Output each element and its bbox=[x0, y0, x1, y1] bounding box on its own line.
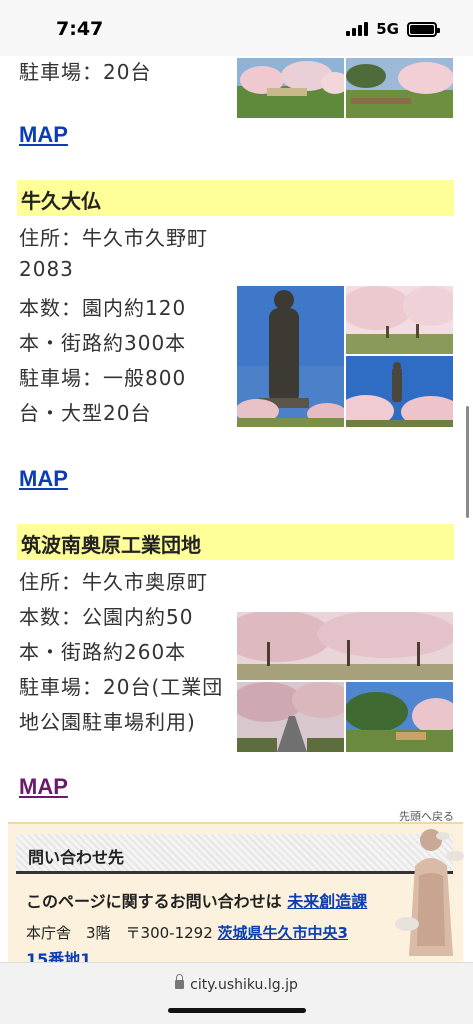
contact-address-line: 本庁舎 3階 〒300-1292 茨城県牛久市中央3 bbox=[26, 922, 348, 943]
spot-heading: 牛久大仏 bbox=[17, 180, 454, 216]
map-link[interactable]: MAP bbox=[19, 466, 68, 492]
contact-office: 本庁舎 3階 〒300-1292 bbox=[26, 924, 213, 942]
status-time: 7:47 bbox=[56, 18, 104, 40]
sakura-street-photo bbox=[237, 682, 344, 752]
spot-trees: 本数：公園内約50 bbox=[19, 605, 194, 629]
map-link[interactable]: MAP bbox=[19, 774, 68, 800]
sakura-photo bbox=[346, 286, 453, 354]
signal-icon bbox=[346, 22, 369, 36]
spot-trees: 本数：園内約120 bbox=[19, 296, 187, 320]
contact-title: 問い合わせ先 bbox=[28, 848, 125, 867]
sakura-photo bbox=[346, 58, 453, 118]
spot-parking: 駐車場：20台(工業団 bbox=[19, 675, 224, 699]
spot-parking-cont: 地公園駐車場利用) bbox=[19, 710, 196, 734]
contact-lead: このページに関するお問い合わせは bbox=[26, 892, 282, 911]
map-link[interactable]: MAP bbox=[19, 122, 68, 148]
spot-trees-cont: 本・街路約260本 bbox=[19, 640, 187, 664]
lock-icon bbox=[175, 974, 185, 989]
home-indicator[interactable] bbox=[168, 1008, 306, 1013]
battery-icon bbox=[407, 21, 440, 37]
spot-parking: 駐車場：20台 bbox=[19, 60, 152, 84]
contact-header: 問い合わせ先 bbox=[16, 834, 453, 874]
park-photo bbox=[346, 682, 453, 752]
spot-address: 住所：牛久市久野町 bbox=[19, 226, 208, 250]
browser-url-bar[interactable]: city.ushiku.lg.jp bbox=[0, 962, 473, 1024]
spot-address: 住所：牛久市奥原町 bbox=[19, 570, 208, 594]
status-bar: 7:47 5G bbox=[0, 0, 473, 56]
back-to-top-button[interactable]: 先頭へ戻る bbox=[393, 806, 467, 966]
spot-parking-cont: 台・大型20台 bbox=[19, 401, 152, 425]
scrollbar[interactable] bbox=[466, 406, 469, 518]
url-text: city.ushiku.lg.jp bbox=[190, 977, 298, 993]
spot-trees-cont: 本・街路約300本 bbox=[19, 331, 187, 355]
buddha-photo bbox=[237, 286, 344, 427]
buddha-sakura-photo bbox=[346, 356, 453, 427]
sakura-road-photo bbox=[237, 612, 453, 680]
spot-heading: 筑波南奥原工業団地 bbox=[17, 524, 454, 560]
spot-address-cont: 2083 bbox=[19, 257, 74, 281]
buddha-icon bbox=[395, 829, 464, 956]
spot-parking: 駐車場：一般800 bbox=[19, 366, 187, 390]
status-indicators: 5G bbox=[346, 20, 440, 38]
contact-lead-line: このページに関するお問い合わせは 未来創造課 bbox=[26, 888, 367, 912]
url-display[interactable]: city.ushiku.lg.jp bbox=[0, 974, 473, 993]
department-link[interactable]: 未来創造課 bbox=[287, 892, 367, 911]
address-link[interactable]: 茨城県牛久市中央3 bbox=[218, 924, 348, 942]
network-type: 5G bbox=[376, 20, 399, 38]
sakura-photo bbox=[237, 58, 344, 118]
